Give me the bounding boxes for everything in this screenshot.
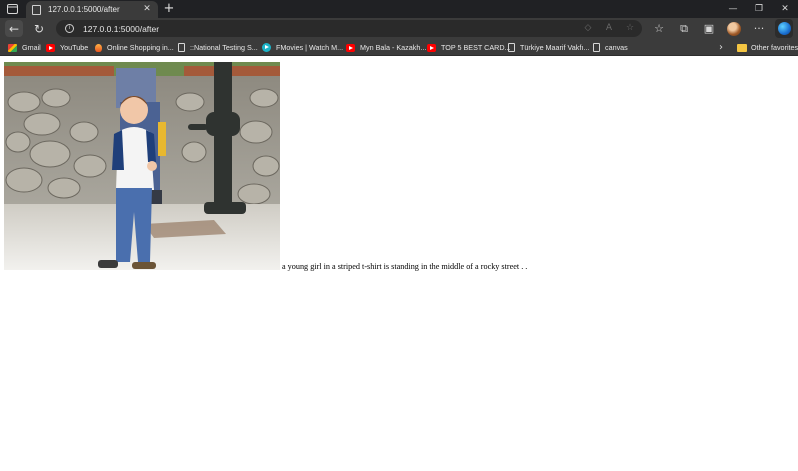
favorites-icon[interactable]: ☆ [650,20,668,37]
bookmark-online-shopping[interactable]: Online Shopping in... [95,41,174,54]
avatar [727,21,741,36]
page-icon [593,43,600,52]
bookmark-label: Online Shopping in... [107,43,174,52]
minimize-button[interactable]: — [720,0,746,18]
reload-button[interactable]: ↻ [30,20,48,37]
bookmark-label: Myn Bala - Kazakh... [360,43,427,52]
browser-toolbar: ← ↻ i 127.0.0.1:5000/after ◇ A ☆ ☆ ⧉ ▣ ·… [0,18,798,39]
bookmark-label: FMovies | Watch M... [276,43,344,52]
bookmark-label: Türkiye Maarif Vakfı... [520,43,590,52]
add-favorite-icon[interactable]: ☆ [624,23,636,34]
bookmark-national-testing[interactable]: ::National Testing S... [178,41,258,54]
page-icon [508,43,515,52]
bookmark-fmovies[interactable]: FMovies | Watch M... [262,41,343,54]
folder-icon [737,43,747,52]
tab-actions-icon[interactable] [4,2,20,16]
other-favorites-label: Other favorites [751,43,798,52]
bookmark-label: Gmail [22,43,41,52]
street-photo [4,62,280,270]
page-icon [178,43,185,52]
browser-essentials-icon[interactable]: ▣ [700,20,718,37]
url-text[interactable]: 127.0.0.1:5000/after [83,24,159,34]
bookmark-myn-bala[interactable]: Myn Bala - Kazakh... [346,41,426,54]
close-window-button[interactable]: ✕ [772,0,798,18]
other-favorites[interactable]: Other favorites [737,41,798,54]
active-tab[interactable]: 127.0.0.1:5000/after ✕ [26,1,158,18]
back-button[interactable]: ← [5,20,23,37]
youtube-icon [46,43,55,52]
window-controls: — ❐ ✕ [720,0,798,18]
bookmark-turkiye-maarif[interactable]: Türkiye Maarif Vakfı... [508,41,589,54]
close-tab-icon[interactable]: ✕ [142,5,152,14]
chevron-right-icon[interactable]: › [715,41,727,54]
page-content: a young girl in a striped t-shirt is sta… [0,57,798,471]
address-bar[interactable]: i 127.0.0.1:5000/after ◇ A ☆ [56,20,642,37]
fmovies-icon [262,43,271,52]
collections-icon[interactable]: ⧉ [675,20,693,37]
tag-icon[interactable]: ◇ [582,23,594,34]
bookmark-label: ::National Testing S... [190,43,258,52]
shopping-icon [95,43,102,52]
bookmarks-bar: Gmail YouTube Online Shopping in... ::Na… [0,39,798,56]
bing-chat-button[interactable] [775,19,793,38]
read-aloud-icon[interactable]: A [603,23,615,34]
bookmark-label: TOP 5 BEST CARD... [441,43,511,52]
bookmark-canvas[interactable]: canvas [593,41,628,54]
youtube-icon [346,43,355,52]
youtube-icon [427,43,436,52]
tab-strip: 127.0.0.1:5000/after ✕ + — ❐ ✕ [0,0,798,18]
bookmark-gmail[interactable]: Gmail [8,41,41,54]
profile-avatar[interactable] [725,20,743,37]
bookmark-youtube[interactable]: YouTube [46,41,88,54]
bing-icon [777,22,791,35]
image-caption: a young girl in a striped t-shirt is sta… [282,262,528,271]
page-icon [32,4,41,15]
tab-title: 127.0.0.1:5000/after [48,5,120,14]
bookmark-label: YouTube [60,43,89,52]
new-tab-button[interactable]: + [162,1,176,17]
site-info-icon[interactable]: i [65,24,74,33]
bookmark-top-5-best-card[interactable]: TOP 5 BEST CARD... [427,41,511,54]
gmail-icon [8,43,17,52]
more-options-icon[interactable]: ··· [750,20,768,37]
maximize-button[interactable]: ❐ [746,0,772,18]
bookmark-label: canvas [605,43,628,52]
